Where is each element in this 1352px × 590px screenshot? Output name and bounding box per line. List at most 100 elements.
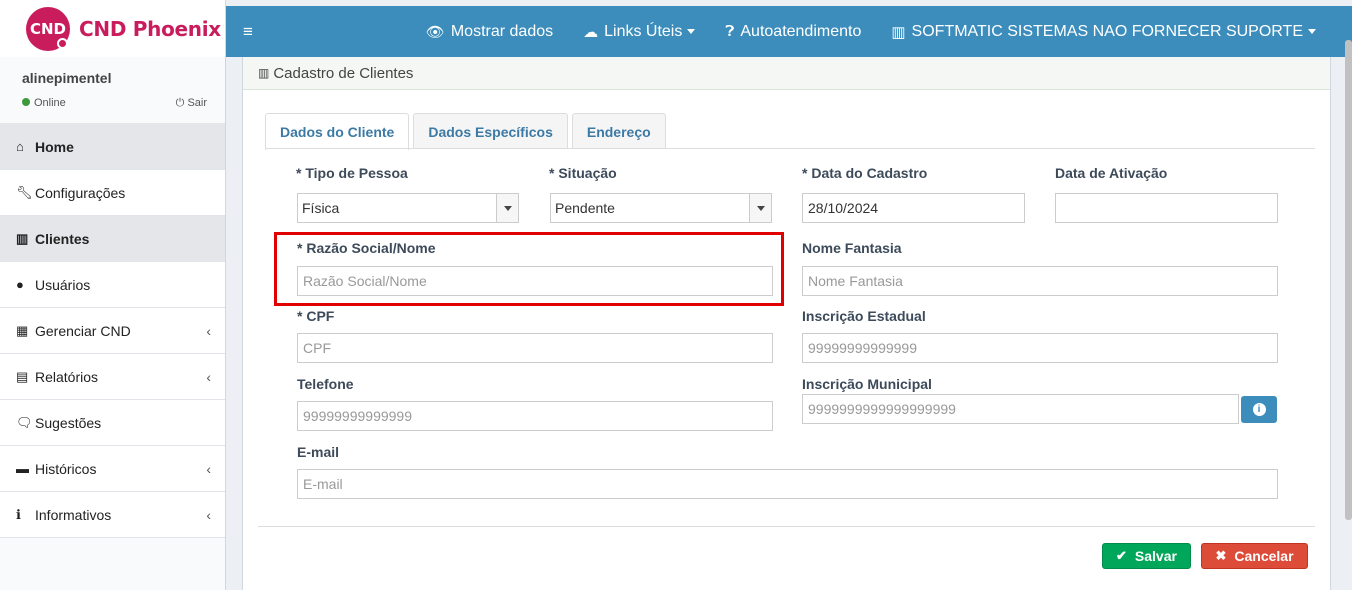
nome-fantasia-field[interactable]: Nome Fantasia <box>802 266 1278 296</box>
user-panel: alinepimentel Online ⏻ Sair <box>0 57 225 124</box>
sidebar-menu: ⌂ Home 🔧︎ Configurações ▥ Clientes ● Usuário… <box>0 124 225 538</box>
hamburger-menu-icon[interactable]: ≡ <box>226 22 270 42</box>
sidebar-item-usuarios[interactable]: ● Usuários <box>0 262 225 308</box>
tab-divider <box>265 148 1315 149</box>
page-title: Cadastro de Clientes <box>273 64 414 82</box>
links-uteis-dropdown[interactable]: ☁ Links Úteis <box>583 22 696 41</box>
data-cadastro-label: * Data do Cadastro <box>802 165 928 181</box>
sidebar-item-configuracoes[interactable]: 🔧︎ Configurações <box>0 170 225 216</box>
power-icon: ⏻ <box>175 97 185 109</box>
close-icon: ✖ <box>1215 548 1227 563</box>
check-icon: ✔ <box>1116 548 1127 563</box>
online-status: Online <box>22 97 66 110</box>
inscricao-municipal-label: Inscrição Municipal <box>802 376 932 392</box>
chevron-down-icon <box>749 194 771 222</box>
chevron-left-icon: ‹ <box>206 368 211 385</box>
tab-dados-especificos[interactable]: Dados Específicos <box>413 113 568 149</box>
links-uteis-label: Links Úteis <box>604 22 683 40</box>
chevron-left-icon: ‹ <box>206 506 211 523</box>
logout-link[interactable]: ⏻ Sair <box>176 97 207 110</box>
building-icon: ▥ <box>16 230 29 246</box>
logo-badge-text: CND <box>29 19 66 38</box>
top-nav: 👁︎ Mostrar dados ☁ Links Úteis ❓︎ Autoatend… <box>396 6 1352 57</box>
main-content: ▥ Cadastro de Clientes Dados do Cliente … <box>242 57 1331 590</box>
nome-fantasia-label: Nome Fantasia <box>802 240 902 256</box>
calendar-icon: ▦ <box>16 322 29 338</box>
mostrar-dados-link[interactable]: 👁︎ Mostrar dados <box>426 23 553 41</box>
telefone-field[interactable]: 99999999999999 <box>297 401 773 431</box>
archive-icon: ▬ <box>16 461 29 476</box>
sidebar-item-gerenciar-cnd[interactable]: ▦ Gerenciar CND ‹ <box>0 308 225 354</box>
info-circle-icon: ℹ <box>16 506 21 522</box>
autoatendimento-link[interactable]: ❓︎ Autoatendimento <box>725 23 861 41</box>
situacao-select[interactable]: Pendente <box>550 193 772 223</box>
tab-dados-do-cliente[interactable]: Dados do Cliente <box>265 113 410 150</box>
inscricao-municipal-info-button[interactable]: i <box>1241 396 1277 423</box>
comments-icon: 🗨︎ <box>16 414 33 430</box>
company-dropdown[interactable]: ▥ SOFTMATIC SISTEMAS NAO FORNECER SUPORTE <box>891 23 1316 41</box>
tipo-pessoa-label: * Tipo de Pessoa <box>296 165 408 181</box>
inscricao-municipal-field[interactable]: 9999999999999999999 <box>802 394 1239 424</box>
sidebar-item-sugestoes[interactable]: 🗨︎ Sugestões <box>0 400 225 446</box>
building-icon: ▥ <box>891 23 906 41</box>
tipo-pessoa-value: Física <box>302 200 340 216</box>
sidebar-item-historicos[interactable]: ▬ Históricos ‹ <box>0 446 225 492</box>
sidebar-item-relatorios[interactable]: ▤ Relatórios ‹ <box>0 354 225 400</box>
top-navbar: ≡ 👁︎ Mostrar dados ☁ Links Úteis ❓︎ Autoate… <box>226 6 1352 57</box>
data-cadastro-field[interactable]: 28/10/2024 <box>802 193 1025 223</box>
cpf-label: * CPF <box>297 308 335 324</box>
logo-badge: CND <box>26 6 70 51</box>
autoatendimento-label: Autoatendimento <box>740 22 862 40</box>
inscricao-estadual-field[interactable]: 99999999999999 <box>802 333 1278 363</box>
save-button[interactable]: ✔ Salvar <box>1102 543 1191 569</box>
sidebar-item-label: Configurações <box>35 184 126 201</box>
sidebar-item-clientes[interactable]: ▥ Clientes <box>0 216 225 262</box>
wrench-icon: 🔧︎ <box>16 184 33 200</box>
cancel-button[interactable]: ✖ Cancelar <box>1201 543 1308 569</box>
chevron-down-icon <box>496 194 518 222</box>
eye-icon: 👁︎ <box>425 23 445 41</box>
question-circle-icon: ❓︎ <box>725 23 735 40</box>
sidebar-item-label: Home <box>35 138 74 155</box>
cpf-field[interactable]: CPF <box>297 333 773 363</box>
caret-down-icon <box>1308 29 1316 34</box>
chevron-left-icon: ‹ <box>206 460 211 477</box>
box-header: ▥ Cadastro de Clientes <box>243 57 1330 90</box>
page-scrollbar[interactable] <box>1345 40 1352 520</box>
email-label: E-mail <box>297 444 340 460</box>
user-name: alinepimentel <box>22 70 112 86</box>
sidebar-item-label: Históricos <box>35 460 97 477</box>
home-icon: ⌂ <box>16 139 24 154</box>
sidebar-item-label: Informativos <box>35 506 112 523</box>
email-field[interactable]: E-mail <box>297 469 1278 499</box>
online-status-label: Online <box>34 97 66 109</box>
sidebar-item-label: Clientes <box>35 230 90 247</box>
save-label: Salvar <box>1134 548 1177 564</box>
file-icon: ▤ <box>16 368 29 384</box>
logout-label: Sair <box>187 97 207 109</box>
sidebar-item-informativos[interactable]: ℹ Informativos ‹ <box>0 492 225 538</box>
caret-down-icon <box>687 29 696 34</box>
user-icon: ● <box>16 277 24 292</box>
razao-social-label: * Razão Social/Nome <box>297 240 436 256</box>
building-icon: ▥ <box>258 66 270 80</box>
tipo-pessoa-select[interactable]: Física <box>297 193 519 223</box>
inscricao-estadual-label: Inscrição Estadual <box>802 308 926 324</box>
sidebar-item-label: Usuários <box>35 276 91 293</box>
sidebar-item-label: Sugestões <box>35 414 102 431</box>
footer-divider <box>258 526 1315 527</box>
situacao-value: Pendente <box>555 200 615 216</box>
tab-endereco[interactable]: Endereço <box>571 113 666 149</box>
brand-logo[interactable]: CND CND Phoenix <box>0 0 225 57</box>
telefone-label: Telefone <box>297 376 354 392</box>
brand-name: CND Phoenix <box>79 16 221 41</box>
mostrar-dados-label: Mostrar dados <box>450 22 554 40</box>
sidebar-item-home[interactable]: ⌂ Home <box>0 124 225 170</box>
situacao-label: * Situação <box>549 165 617 181</box>
chevron-left-icon: ‹ <box>206 322 211 339</box>
company-label: SOFTMATIC SISTEMAS NAO FORNECER SUPORTE <box>911 22 1303 40</box>
data-ativacao-field[interactable] <box>1055 193 1278 223</box>
online-dot-icon <box>22 98 30 106</box>
cloud-icon: ☁ <box>583 23 599 41</box>
razao-social-field[interactable]: Razão Social/Nome <box>297 266 773 296</box>
